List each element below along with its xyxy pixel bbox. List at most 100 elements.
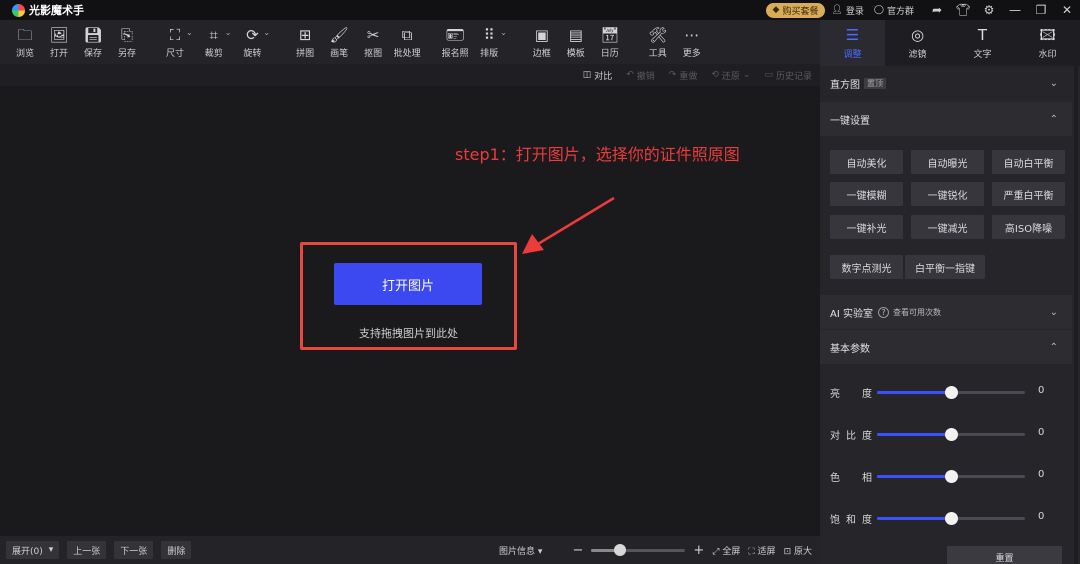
slider-thumb[interactable] <box>945 386 958 399</box>
image-info-dropdown[interactable]: 图片信息 ▾ <box>499 544 542 557</box>
toolbar-label: 保存 <box>83 48 102 59</box>
preset-auto-white-balance[interactable]: 自动白平衡 <box>992 150 1065 174</box>
official-group-button[interactable]: ◯ 官方群 <box>874 4 914 17</box>
help-icon[interactable]: ? <box>877 306 889 318</box>
toolbar-brush-button[interactable]: 🖌︎ 画笔 <box>322 22 356 62</box>
adjust-icon: ☰ <box>845 26 860 44</box>
fullscreen-button[interactable]: ⤢ 全屏 <box>712 544 740 557</box>
adjust-slider[interactable] <box>877 386 1025 399</box>
zoom-out-icon[interactable]: − <box>572 543 583 558</box>
preset-blur[interactable]: 一键模糊 <box>830 182 903 206</box>
adjust-slider[interactable] <box>877 470 1025 483</box>
slider-fill <box>877 475 951 478</box>
share-icon[interactable]: ➦ <box>924 0 950 20</box>
slider-label: 对比度 <box>830 431 872 442</box>
toolbar-label: 抠图 <box>364 48 383 59</box>
toolbar-save-button[interactable]: 💾︎ 保存 <box>76 22 110 62</box>
zoom-in-icon[interactable]: + <box>693 543 704 558</box>
adjust-slider[interactable] <box>877 512 1025 525</box>
image-canvas[interactable]: step1：打开图片，选择你的证件照原图 打开图片 支持拖拽图片到此处 <box>0 86 820 536</box>
zoom-slider-thumb[interactable] <box>613 543 626 556</box>
preset-strong-white-balance[interactable]: 严重白平衡 <box>992 182 1065 206</box>
annotation-arrow-icon <box>522 196 615 254</box>
toolbar-border-button[interactable]: ▣ 边框 <box>525 22 559 62</box>
resize-dropdown-chevron-icon[interactable]: ⌄ <box>186 28 193 37</box>
prev-image-button[interactable]: 上一张 <box>67 541 107 559</box>
preset-auto-beautify[interactable]: 自动美化 <box>830 150 903 174</box>
slider-fill <box>877 517 951 520</box>
toolbar-open-button[interactable]: 🖼︎ 打开 <box>42 22 76 62</box>
open-image-button[interactable]: 打开图片 <box>334 263 482 305</box>
preset-reduce-light[interactable]: 一键减光 <box>911 215 984 239</box>
tab-text[interactable]: T 文字 <box>950 20 1015 66</box>
toolbar-save-as-button[interactable]: ⎘ 另存 <box>110 22 144 62</box>
toolbar-batch-button[interactable]: ⧉ 批处理 <box>390 22 424 62</box>
crop-dropdown-chevron-icon[interactable]: ⌄ <box>225 28 232 37</box>
basic-params-header[interactable]: 基本参数 ⌃ <box>820 330 1072 364</box>
slider-thumb[interactable] <box>945 470 958 483</box>
one-click-header[interactable]: 一键设置 ⌃ <box>820 102 1072 136</box>
skin-icon[interactable]: 👕︎ <box>950 0 976 20</box>
toolbar-more-button[interactable]: ⋯ 更多 <box>675 22 709 62</box>
slider-value: 0 <box>1038 469 1045 480</box>
rotate-dropdown-chevron-icon[interactable]: ⌄ <box>263 28 270 37</box>
histogram-header[interactable]: 直方图 置顶 ⌄ <box>820 66 1072 100</box>
image-info-label: 图片信息 <box>499 546 536 557</box>
ai-lab-usage-link[interactable]: 查看可用次数 <box>893 307 941 318</box>
preset-sharpen[interactable]: 一键锐化 <box>911 182 984 206</box>
reset-button[interactable]: 重置 <box>947 546 1062 564</box>
compare-button[interactable]: ◫ 对比 <box>583 69 613 82</box>
toolbar-browse-button[interactable]: 🗀 浏览 <box>8 22 42 62</box>
close-icon[interactable]: ✕ <box>1054 0 1080 20</box>
undo-button[interactable]: ↶ 撤销 <box>626 69 655 82</box>
zoom-slider[interactable] <box>591 543 686 556</box>
toolbar-tools-button[interactable]: 🛠︎ 工具 <box>641 22 675 62</box>
preset-spot-metering[interactable]: 数字点测光 <box>830 255 903 279</box>
preset-white-balance-picker[interactable]: 白平衡一指键 <box>905 255 985 279</box>
buy-package-button[interactable]: ◆ 购买套餐 <box>765 2 826 18</box>
ai-lab-header[interactable]: AI 实验室 ? 查看可用次数 ⌄ <box>820 295 1072 329</box>
next-image-button[interactable]: 下一张 <box>114 541 154 559</box>
history-button[interactable]: ▭ 历史记录 <box>764 69 812 82</box>
adjust-slider[interactable] <box>877 428 1025 441</box>
original-size-icon: ⊡ <box>783 546 792 557</box>
toolbar-cutout-button[interactable]: ✂ 抠图 <box>356 22 390 62</box>
chevron-down-icon: ⌄ <box>1049 77 1058 89</box>
official-group-label: 官方群 <box>886 6 914 17</box>
preset-fill-light[interactable]: 一键补光 <box>830 215 903 239</box>
upload-drop-zone[interactable]: 打开图片 支持拖拽图片到此处 <box>300 242 517 350</box>
toolbar-collage-button[interactable]: ⊞ 拼图 <box>288 22 322 62</box>
settings-icon[interactable]: ⚙ <box>976 0 1002 20</box>
layout-dropdown-chevron-icon[interactable]: ⌄ <box>500 28 507 37</box>
original-size-button[interactable]: ⊡ 原大 <box>784 544 812 557</box>
toolbar-label: 工具 <box>648 48 667 59</box>
redo-button[interactable]: ↷ 重做 <box>669 69 698 82</box>
delete-button[interactable]: 删除 <box>161 541 192 559</box>
toolbar-calendar-button[interactable]: 📅︎ 日历 <box>593 22 627 62</box>
minimize-icon[interactable]: — <box>1002 0 1028 20</box>
app-logo-icon <box>12 3 25 17</box>
slider-fill <box>877 433 951 436</box>
tab-filter[interactable]: ◎ 滤镜 <box>885 20 950 66</box>
user-icon: 👤︎ <box>831 5 843 15</box>
compare-icon: ◫ <box>582 70 592 80</box>
toolbar-label: 旋转 <box>243 48 262 59</box>
tab-adjust[interactable]: ☰ 调整 <box>820 20 885 66</box>
restore-button[interactable]: ⟲ 还原 ⌄ <box>711 69 750 82</box>
restore-icon[interactable]: ❐ <box>1028 0 1054 20</box>
login-button[interactable]: 👤︎ 登录 <box>831 4 863 17</box>
toolbar-id-photo-button[interactable]: 🪪︎ 报名照 <box>438 22 472 62</box>
fit-screen-button[interactable]: ⛶ 适屏 <box>748 544 775 557</box>
tab-watermark[interactable]: 🖾︎ 水印 <box>1015 20 1080 66</box>
preset-auto-exposure[interactable]: 自动曝光 <box>911 150 984 174</box>
panel-scrollbar[interactable] <box>1074 66 1078 564</box>
fullscreen-icon: ⤢ <box>712 546 720 557</box>
preset-high-iso-denoise[interactable]: 高ISO降噪 <box>992 215 1065 239</box>
slider-thumb[interactable] <box>945 428 958 441</box>
slider-thumb[interactable] <box>945 512 958 525</box>
chat-bubble-icon: ◯ <box>873 5 884 15</box>
restore-label: 还原 <box>721 71 740 82</box>
expand-dropdown[interactable]: 展开(0) ▾ <box>6 541 60 559</box>
toolbar-template-button[interactable]: ▤ 模板 <box>559 22 593 62</box>
undo-icon: ↶ <box>626 70 634 80</box>
